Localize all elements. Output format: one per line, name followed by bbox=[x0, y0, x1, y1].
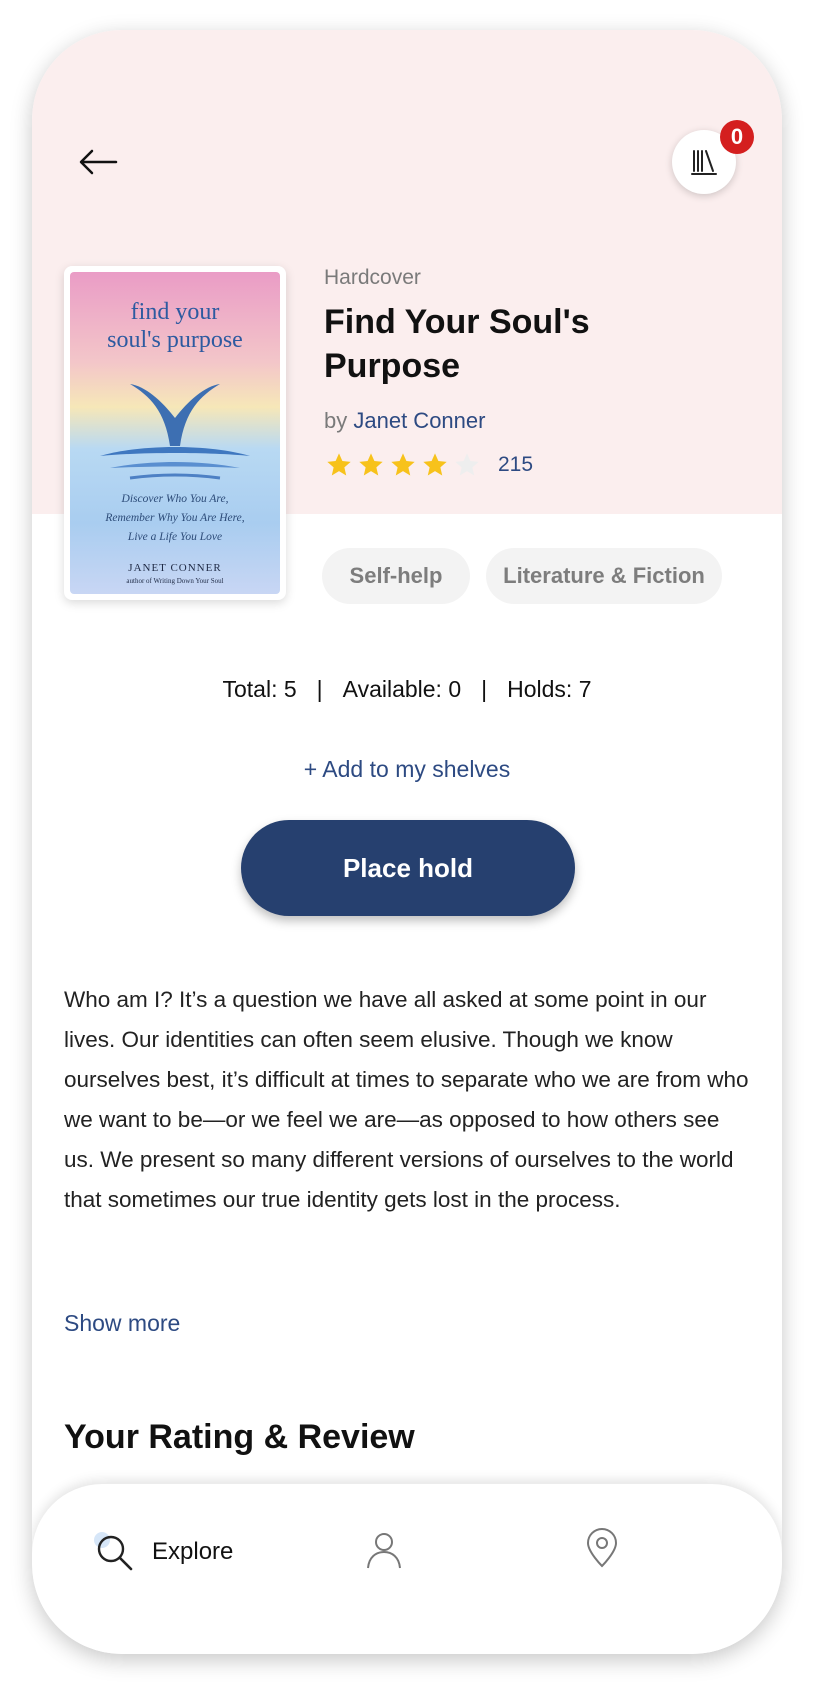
genre-chip-self-help[interactable]: Self-help bbox=[322, 548, 470, 604]
author-link[interactable]: Janet Conner bbox=[353, 408, 485, 433]
book-cover: find your soul's purpose Discover Who Yo… bbox=[64, 266, 286, 600]
whale-tail-illustration bbox=[100, 384, 250, 480]
cover-tagline: Discover Who You Are, Remember Why You A… bbox=[105, 493, 245, 543]
star-icon bbox=[327, 453, 351, 476]
book-description: Who am I? It’s a question we have all as… bbox=[64, 987, 749, 1212]
book-title: Find Your Soul's Purpose bbox=[324, 303, 590, 385]
star-empty-icon bbox=[455, 453, 479, 476]
available-copies: Available: 0 bbox=[342, 676, 462, 702]
star-icon bbox=[423, 453, 447, 476]
cover-author-note: author of Writing Down Your Soul bbox=[126, 577, 224, 585]
genre-chip-literature-fiction[interactable]: Literature & Fiction bbox=[486, 548, 722, 604]
tab-explore[interactable]: Explore bbox=[94, 1532, 233, 1572]
rating-review-heading: Your Rating & Review bbox=[64, 1418, 415, 1456]
shelf-count-badge: 0 bbox=[720, 120, 754, 154]
tab-profile[interactable] bbox=[364, 1530, 404, 1570]
map-pin-icon bbox=[586, 1528, 618, 1568]
total-copies: Total: 5 bbox=[222, 676, 297, 702]
byline: by Janet Conner bbox=[324, 408, 485, 434]
rating: 215 bbox=[324, 450, 533, 480]
library-icon bbox=[691, 150, 717, 175]
arrow-left-icon[interactable] bbox=[76, 140, 120, 184]
tab-explore-label: Explore bbox=[152, 1538, 234, 1565]
user-icon bbox=[367, 1533, 401, 1569]
book-format: Hardcover bbox=[324, 266, 421, 289]
tab-location[interactable] bbox=[584, 1528, 620, 1568]
phone-screen: 0 find your soul's purpose Discover Who … bbox=[32, 30, 782, 1654]
show-more-link[interactable]: Show more bbox=[64, 1310, 180, 1337]
holds-count: Holds: 7 bbox=[507, 676, 592, 702]
star-icon bbox=[391, 453, 415, 476]
cover-author: JANET CONNER bbox=[128, 562, 222, 574]
separator: | bbox=[316, 676, 323, 702]
book-cover-image: find your soul's purpose Discover Who Yo… bbox=[70, 272, 280, 594]
add-to-shelves-link[interactable]: + Add to my shelves bbox=[32, 756, 782, 783]
availability-stats: Total: 5 | Available: 0 | Holds: 7 bbox=[32, 676, 782, 703]
place-hold-button[interactable]: Place hold bbox=[241, 820, 575, 916]
bottom-tab-bar: Explore bbox=[32, 1484, 782, 1654]
by-label: by bbox=[324, 408, 348, 433]
separator: | bbox=[481, 676, 488, 702]
search-icon bbox=[94, 1532, 133, 1571]
rating-count[interactable]: 215 bbox=[498, 453, 533, 477]
cover-title: find your soul's purpose bbox=[107, 299, 243, 353]
star-icon bbox=[359, 453, 383, 476]
